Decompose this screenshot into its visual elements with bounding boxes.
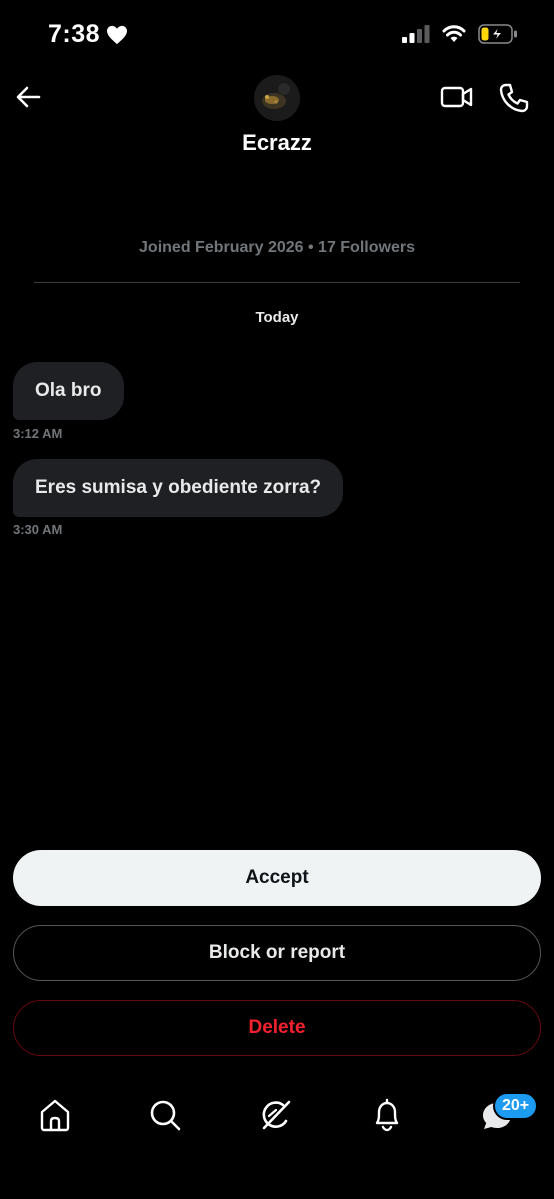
profile-meta: Joined February 2026 • 17 Followers xyxy=(139,239,415,256)
message-bubble[interactable]: Ola bro xyxy=(13,362,124,420)
status-time-text: 7:38 xyxy=(48,20,101,48)
divider xyxy=(34,282,520,283)
message-timestamp: 3:12 AM xyxy=(13,426,63,441)
avatar-image xyxy=(254,75,300,121)
search-icon[interactable] xyxy=(148,1097,182,1133)
delete-button[interactable]: Delete xyxy=(13,1000,541,1056)
back-arrow-icon[interactable] xyxy=(14,82,44,112)
video-call-icon[interactable] xyxy=(440,82,474,112)
accept-button[interactable]: Accept xyxy=(13,850,541,906)
contact-name[interactable]: Ecrazz xyxy=(0,130,554,156)
wifi-icon xyxy=(442,25,466,42)
status-time: 7:38 xyxy=(48,20,128,49)
cellular-signal-icon xyxy=(402,25,430,43)
battery-charging-icon xyxy=(478,24,517,44)
grok-icon[interactable] xyxy=(259,1097,293,1133)
notifications-icon[interactable] xyxy=(370,1097,404,1133)
message-bubble[interactable]: Eres sumisa y obediente zorra? xyxy=(13,459,344,517)
block-or-report-button[interactable]: Block or report xyxy=(13,925,541,981)
message-timestamp: 3:30 AM xyxy=(13,522,63,537)
day-separator: Today xyxy=(255,309,299,326)
avatar[interactable] xyxy=(254,75,300,121)
messages-badge: 20+ xyxy=(493,1092,539,1120)
home-icon[interactable] xyxy=(38,1097,72,1133)
heart-icon xyxy=(107,25,128,44)
phone-call-icon[interactable] xyxy=(498,82,530,114)
status-indicators xyxy=(402,24,518,44)
